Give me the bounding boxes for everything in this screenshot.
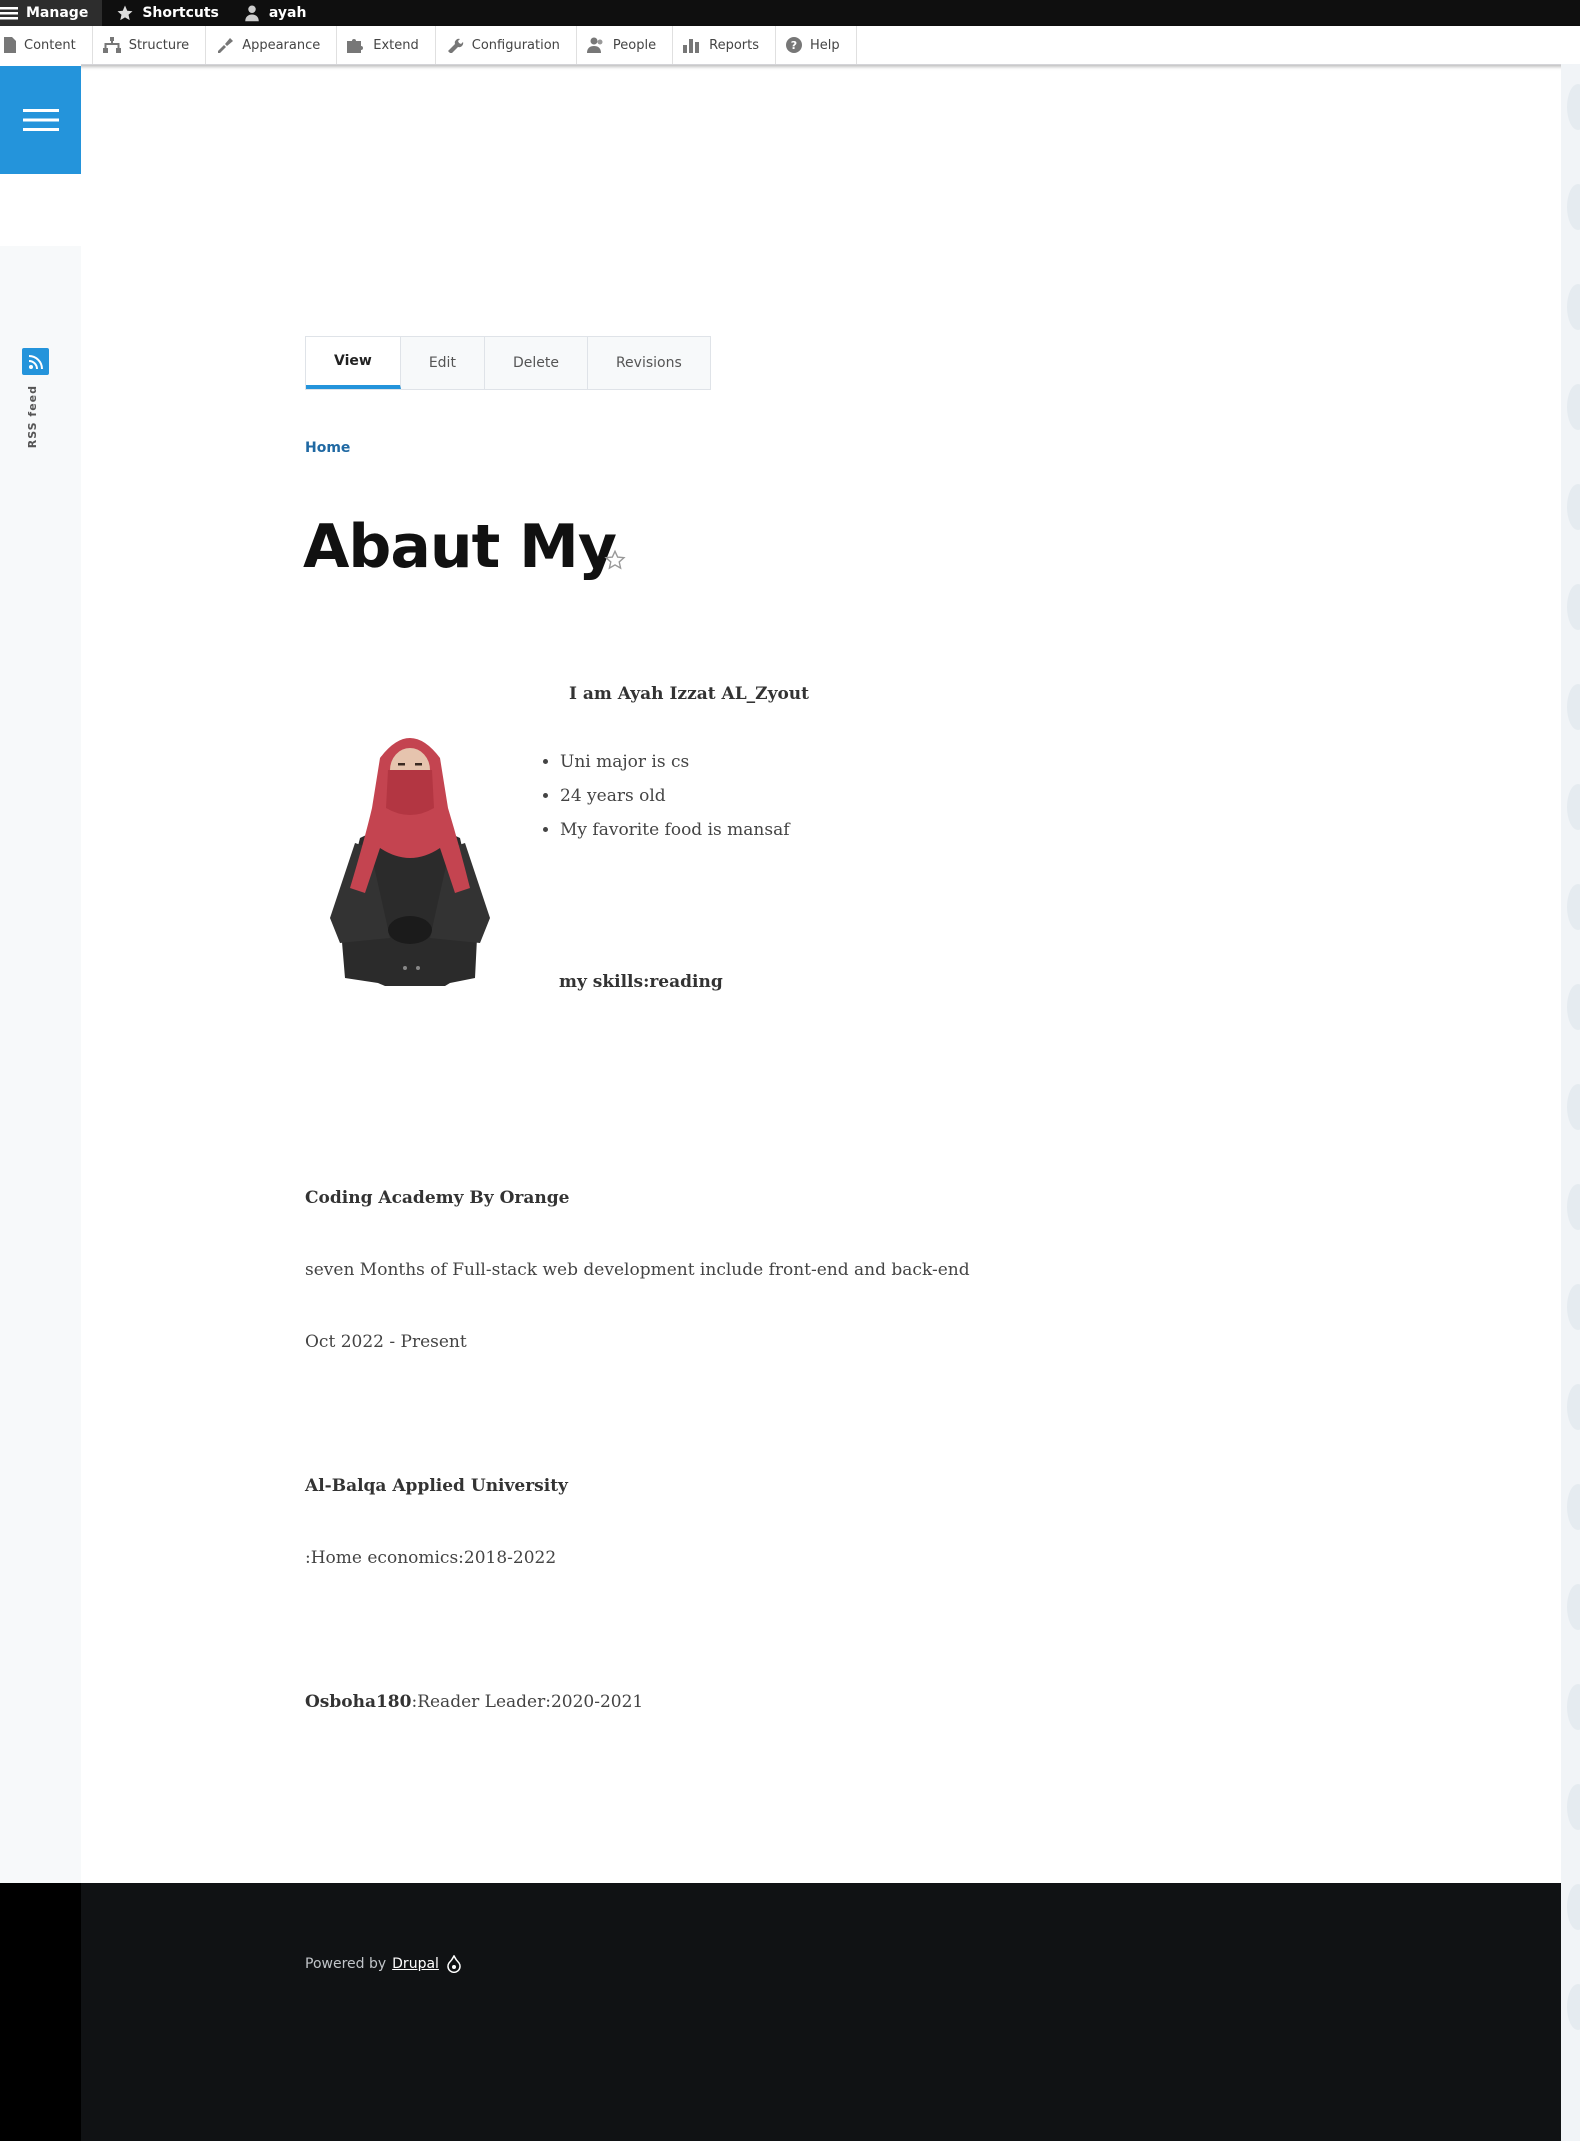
education-title: Al-Balqa Applied University: [305, 1476, 568, 1496]
drupal-drop-icon: [447, 1955, 461, 1973]
volunteer-org: Osboha180: [305, 1692, 412, 1712]
volunteer-description: :Reader Leader:2020-2021: [411, 1692, 644, 1712]
bar-chart-icon: [683, 39, 700, 53]
sitemap-icon: [102, 37, 121, 53]
tab-edit[interactable]: Edit: [401, 337, 485, 389]
user-button[interactable]: ayah: [233, 0, 321, 26]
svg-text:?: ?: [791, 39, 797, 52]
list-item: My favorite food is mansaf: [560, 820, 790, 840]
tray-label: Configuration: [471, 37, 560, 53]
tray-label: Extend: [373, 37, 419, 53]
list-item: 24 years old: [560, 786, 790, 806]
experience-title: Coding Academy By Orange: [305, 1188, 570, 1208]
tray-label: Structure: [128, 37, 190, 53]
volunteer-line: Osboha180:Reader Leader:2020-2021: [305, 1692, 643, 1712]
local-tasks-tabs: View Edit Delete Revisions: [305, 336, 711, 390]
help-icon: ?: [786, 37, 802, 53]
menu-toggle-button[interactable]: [0, 66, 81, 174]
drupal-link[interactable]: Drupal: [392, 1956, 439, 1972]
tab-delete[interactable]: Delete: [485, 337, 588, 389]
tray-label: People: [612, 37, 657, 53]
tray-item-people[interactable]: People: [577, 26, 674, 64]
admin-toolbar: Manage Shortcuts ayah: [0, 0, 1580, 26]
breadcrumb-home-link[interactable]: Home: [305, 440, 350, 456]
list-item: Uni major is cs: [560, 752, 790, 772]
hamburger-icon: [22, 109, 59, 131]
page-title: Abaut My: [303, 512, 617, 582]
left-sidebar: [0, 64, 81, 1883]
site-footer: [81, 1883, 1561, 2141]
shortcuts-label: Shortcuts: [142, 5, 219, 21]
footer-rail: [0, 1883, 81, 2141]
people-icon: [586, 37, 603, 53]
skills-text: my skills:reading: [559, 972, 723, 992]
user-icon: [245, 5, 259, 22]
toolbar-tray: Content Structure Appearance Extend Conf…: [0, 26, 1580, 65]
tray-item-extend[interactable]: Extend: [337, 26, 436, 64]
shortcuts-button[interactable]: Shortcuts: [102, 0, 233, 26]
tray-item-help[interactable]: ? Help: [776, 26, 857, 64]
powered-by: Powered by Drupal: [305, 1955, 461, 1973]
star-icon: [117, 5, 133, 21]
experience-date: Oct 2022 - Present: [305, 1332, 467, 1352]
paintbrush-icon: [218, 38, 234, 53]
manage-button[interactable]: Manage: [0, 0, 103, 26]
tray-item-structure[interactable]: Structure: [93, 26, 207, 64]
experience-description: seven Months of Full-stack web developme…: [305, 1260, 970, 1280]
tray-item-reports[interactable]: Reports: [673, 26, 776, 64]
file-icon: [4, 37, 16, 53]
tab-revisions[interactable]: Revisions: [588, 337, 710, 389]
profile-photo: [330, 738, 490, 986]
rss-feed-link[interactable]: [22, 348, 49, 375]
intro-heading: I am Ayah Izzat AL_Zyout: [569, 684, 809, 704]
tray-label: Reports: [709, 37, 759, 53]
education-description: :Home economics:2018-2022: [305, 1548, 557, 1568]
shortcut-star-icon[interactable]: [604, 549, 626, 571]
facts-list: Uni major is cs 24 years old My favorite…: [540, 752, 790, 854]
rss-icon: [28, 354, 43, 369]
tray-label: Help: [810, 37, 840, 53]
powered-by-label: Powered by: [305, 1956, 387, 1972]
user-label: ayah: [268, 5, 307, 21]
tray-label: Content: [24, 37, 76, 53]
tray-item-configuration[interactable]: Configuration: [436, 26, 577, 64]
puzzle-icon: [347, 39, 364, 53]
tab-view[interactable]: View: [306, 337, 401, 389]
rss-feed-label[interactable]: RSS feed: [26, 385, 39, 448]
tray-label: Appearance: [242, 37, 321, 53]
manage-label: Manage: [26, 5, 89, 21]
hamburger-icon: [0, 7, 18, 20]
tray-item-content[interactable]: Content: [0, 26, 93, 64]
page-edge-decoration: [1561, 64, 1580, 2141]
wrench-icon: [447, 38, 463, 53]
tray-item-appearance[interactable]: Appearance: [206, 26, 338, 64]
